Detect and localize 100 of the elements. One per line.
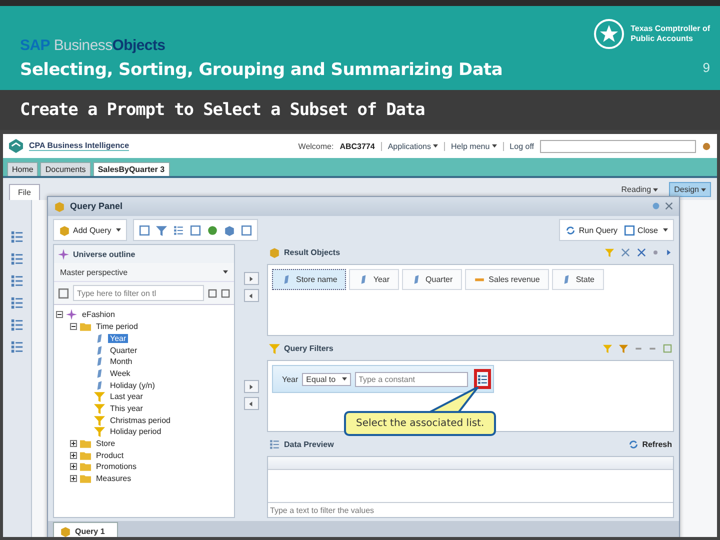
filter-icon	[94, 426, 105, 438]
folder-icon	[80, 321, 91, 332]
add-filter-button[interactable]	[244, 380, 258, 394]
caret-icon	[116, 228, 122, 232]
document-tab[interactable]: Home	[7, 162, 38, 176]
list-of-values-button[interactable]	[474, 369, 491, 390]
run-query-button[interactable]: Run Query	[564, 224, 618, 236]
universe-icon	[58, 248, 69, 260]
header-menu-link[interactable]: Log off	[502, 142, 534, 150]
dialog-title: Query Panel	[70, 201, 123, 212]
tree-item[interactable]: Year	[108, 334, 128, 343]
side-panel-icon	[10, 318, 24, 332]
tree-item[interactable]: Month	[108, 357, 134, 366]
result-object-chip[interactable]: State	[552, 269, 604, 290]
section-title: Query Filters	[284, 344, 334, 353]
caret-icon	[653, 188, 658, 192]
slide-title: Selecting, Sorting, Grouping and Summarizing Data	[20, 60, 503, 80]
filter-icon	[94, 414, 105, 426]
user-name: ABC3774	[340, 142, 375, 150]
folder-icon	[80, 438, 91, 450]
remove-all-icon	[637, 248, 646, 257]
section-title: Data Preview	[284, 440, 334, 449]
constant-field[interactable]: Type a constant	[354, 372, 468, 387]
view-mode-button[interactable]: Design	[669, 182, 711, 197]
folder-icon	[80, 461, 91, 472]
filter-icon	[94, 391, 105, 402]
list-icon	[476, 374, 488, 385]
collapse-icon[interactable]	[56, 311, 63, 318]
close-icon	[665, 202, 673, 210]
folder-icon	[80, 450, 91, 461]
header-menu-link[interactable]: Applications	[380, 142, 438, 150]
remove-filter-button[interactable]	[244, 397, 258, 410]
toolbar-icon	[207, 224, 218, 236]
refresh-icon	[628, 438, 640, 450]
document-tab[interactable]: SalesByQuarter 3	[92, 162, 170, 176]
toolbar-icon	[190, 224, 202, 236]
caret-icon	[342, 377, 347, 382]
tree-item[interactable]: Time period	[94, 322, 140, 332]
tree-item[interactable]: Holiday period	[108, 427, 164, 436]
remove-icon	[621, 248, 630, 257]
right-arrow-icon	[248, 276, 254, 282]
tree-item[interactable]: Product	[94, 450, 126, 460]
filter-icon	[94, 402, 105, 414]
tree-item[interactable]: Store	[94, 439, 118, 448]
side-panel-icon	[10, 340, 24, 354]
caret-icon	[223, 270, 228, 274]
refresh-icon	[564, 224, 576, 236]
query-tab[interactable]: Query 1	[53, 522, 118, 537]
expand-icon[interactable]	[70, 475, 77, 482]
tree-item[interactable]: Measures	[94, 474, 134, 484]
operator-dropdown[interactable]: Equal to	[302, 372, 351, 386]
search-field[interactable]	[540, 140, 696, 152]
close-button[interactable]: Close	[624, 224, 668, 236]
folder-icon	[80, 473, 91, 484]
tree-item[interactable]: Holiday (y/n)	[108, 380, 157, 390]
tree-item[interactable]: Quarter	[108, 346, 140, 355]
side-panel-icon	[10, 252, 24, 266]
result-object-chip[interactable]: Year	[349, 269, 399, 290]
tree-item[interactable]: Promotions	[94, 462, 138, 472]
filter-object: Year	[282, 374, 298, 384]
view-mode-button[interactable]: Reading	[616, 182, 664, 197]
ribbon-tab[interactable]: File	[9, 184, 40, 200]
toolbar-icon	[224, 224, 236, 236]
expand-icon[interactable]	[70, 440, 77, 448]
page-number: 9	[702, 60, 710, 75]
result-object-chip[interactable]: Store name	[272, 269, 346, 290]
cube-icon	[60, 526, 71, 537]
toolbar-icon	[156, 224, 168, 236]
result-object-chip[interactable]: Sales revenue	[464, 269, 549, 290]
seal-icon	[592, 18, 625, 50]
filter-field[interactable]: Type here to filter on tl	[73, 285, 204, 302]
expand-icon[interactable]	[70, 463, 77, 470]
tree-item[interactable]: Christmas period	[108, 416, 172, 425]
header-menu-link[interactable]: Help menu	[444, 142, 497, 150]
toolbar-icon	[139, 224, 150, 236]
tree-item[interactable]: This year	[108, 404, 145, 413]
side-panel-icon	[10, 296, 24, 310]
collapse-icon[interactable]	[70, 323, 77, 330]
result-object-chip[interactable]: Quarter	[402, 269, 462, 290]
tree-item[interactable]: Week	[108, 368, 132, 378]
pane-title: Universe outline	[73, 250, 136, 259]
toolbar-icon	[241, 224, 252, 236]
agency-name: Texas Comptroller of Public Accounts	[630, 24, 710, 44]
cube-icon	[269, 246, 280, 258]
app-logo-icon	[9, 139, 23, 153]
side-panel-icon	[10, 274, 24, 288]
preview-filter-field[interactable]: Type a text to filter the values	[268, 502, 673, 518]
welcome-label: Welcome:	[298, 142, 334, 150]
remove-object-button[interactable]	[244, 289, 258, 302]
refresh-button[interactable]: Refresh	[628, 438, 672, 450]
perspective-dropdown[interactable]: Master perspective	[54, 263, 234, 282]
tree-item[interactable]: eFashion	[80, 310, 117, 320]
tree-item[interactable]: Last year	[108, 392, 145, 402]
universe-icon	[66, 309, 77, 320]
add-object-button[interactable]	[244, 272, 258, 286]
add-query-button[interactable]: Add Query	[59, 224, 122, 236]
document-tab[interactable]: Documents	[40, 162, 91, 176]
expand-icon[interactable]	[70, 452, 77, 459]
side-panel-icon	[10, 230, 24, 244]
filter-icon	[269, 342, 280, 354]
